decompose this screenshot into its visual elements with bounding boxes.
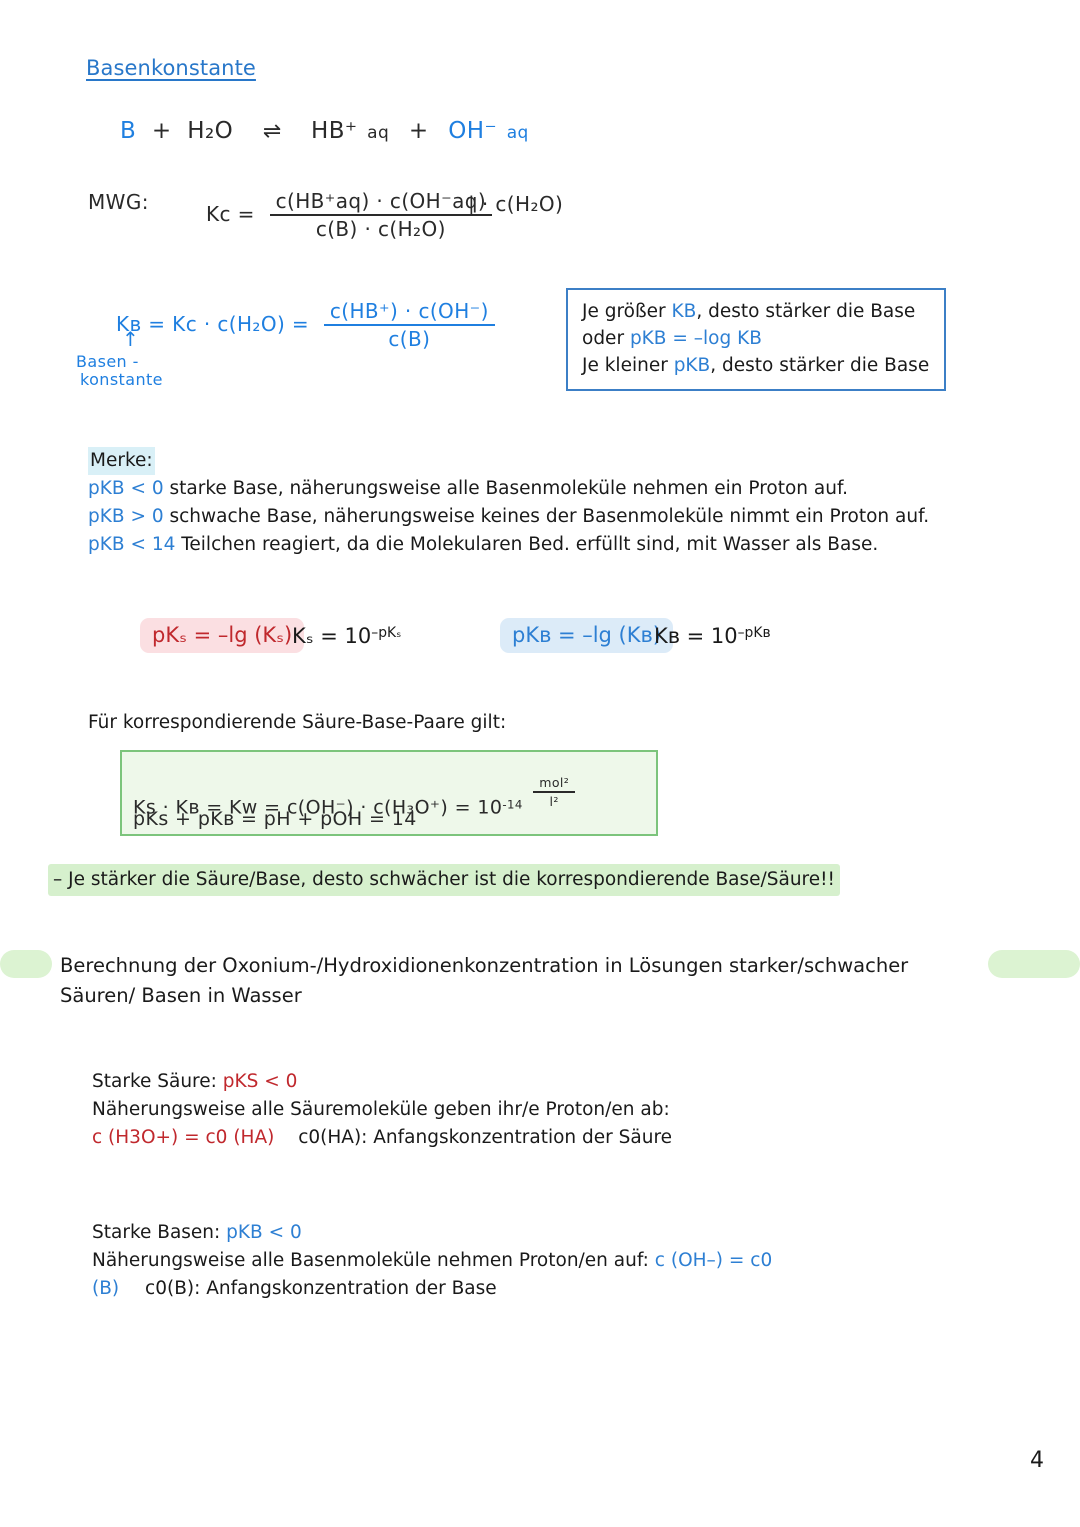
green-stub-right xyxy=(988,950,1080,978)
reaction-plus-2: + xyxy=(408,118,429,144)
kc-numerator: c(HB⁺aq) · c(OH⁻aq) xyxy=(269,190,493,216)
merke-line: pKB > 0 schwache Base, näherungsweise ke… xyxy=(88,503,948,531)
starke-saeure-line-2: Näherungsweise alle Säuremoleküle geben … xyxy=(92,1098,670,1120)
kc-denominator: c(B) · c(H₂O) xyxy=(315,217,446,241)
mwg-label: MWG: xyxy=(88,190,149,214)
starke-saeure-block: Starke Säure: pKS < 0 Näherungsweise all… xyxy=(92,1068,952,1151)
equilibrium-arrow-icon: ⇌ xyxy=(262,119,282,144)
merke-title: Merke: xyxy=(88,447,155,476)
page-title: Basenkonstante xyxy=(86,56,256,80)
info-line2-prefix: oder xyxy=(582,327,630,349)
reaction-hydroxide-state: aq xyxy=(506,123,529,143)
kc-fraction: c(HB⁺aq) · c(OH⁻aq) c(B) · c(H₂O) xyxy=(269,190,493,241)
merke-line: pKB < 14 Teilchen reagiert, da die Molek… xyxy=(88,531,948,559)
pkb-definition-pill: pKʙ = –lg (Kʙ) xyxy=(500,618,673,653)
starke-basen-block: Starke Basen: pKB < 0 Näherungsweise all… xyxy=(92,1219,972,1302)
pkb-definition: pKʙ = –lg (Kʙ) xyxy=(512,623,661,647)
kw-unit-numerator: mol² xyxy=(533,775,576,794)
pks-pkb-sum-line: pKs + pKʙ = pH + pOH = 14 xyxy=(133,808,417,830)
merke-accent: pKB < 0 xyxy=(88,478,164,500)
berechnung-heading: Berechnung der Oxonium-/Hydroxidionenkon… xyxy=(60,951,960,1011)
kb-power-formula: Kʙ = 10–pKʙ xyxy=(654,624,770,648)
ks-power-base: Kₛ = 10 xyxy=(292,624,372,648)
notes-page: Basenkonstante B + H₂O ⇌ HB⁺ aq + OH⁻ aq… xyxy=(0,0,1080,1527)
merke-text: schwache Base, näherungsweise keines der… xyxy=(163,506,930,528)
info-box-line-3: Je kleiner pKB, desto stärker die Base xyxy=(582,353,930,380)
info-line1-accent: KB xyxy=(671,301,697,322)
kb-annotation-line-1: Basen - xyxy=(76,352,139,371)
kw-unit-fraction: mol² l² xyxy=(533,775,576,810)
kb-power-exponent: –pKʙ xyxy=(737,625,771,642)
kb-annotation-arrow-icon: ↑ xyxy=(122,327,140,351)
starke-saeure-line-1: Starke Säure: pKS < 0 xyxy=(92,1068,952,1096)
mwg-operation: | · c(H₂O) xyxy=(468,192,564,216)
berechnung-line-1: Berechnung der Oxonium-/Hydroxidionenkon… xyxy=(60,954,909,977)
kw-exponent: -14 xyxy=(502,797,523,812)
info-box-line-2: oder pKB = –log KB xyxy=(582,326,930,353)
kb-numerator: c(HB⁺) · c(OH⁻) xyxy=(323,300,495,326)
kb-equation: Kʙ = Kc · c(H₂O) = c(HB⁺) · c(OH⁻) c(B) xyxy=(116,300,495,351)
ks-power-exponent: –pKₛ xyxy=(371,625,402,642)
starke-saeure-label: Starke Säure: xyxy=(92,1071,223,1092)
merke-text: starke Base, näherungsweise alle Basenmo… xyxy=(163,478,849,500)
merke-accent: pKB > 0 xyxy=(88,506,164,528)
pks-definition-pill: pKₛ = –lg (Kₛ) xyxy=(140,618,305,653)
starke-basen-subject: (B) xyxy=(92,1277,120,1299)
starke-basen-note: c0(B): Anfangskonzentration der Base xyxy=(145,1277,497,1299)
merke-block: Merke: pKB < 0 starke Base, näherungswei… xyxy=(88,447,948,559)
reaction-base: B xyxy=(120,118,137,144)
kb-power-base: Kʙ = 10 xyxy=(654,624,738,648)
info-line3-suffix: , desto stärker die Base xyxy=(710,354,930,376)
reaction-plus-1: + xyxy=(151,118,172,144)
merke-line: pKB < 0 starke Base, näherungsweise alle… xyxy=(88,475,948,503)
ks-power-formula: Kₛ = 10–pKₛ xyxy=(292,624,401,648)
starke-basen-text: Näherungsweise alle Basenmoleküle nehmen… xyxy=(92,1249,655,1271)
info-line2-accent: pKB = –log KB xyxy=(629,327,762,349)
starke-basen-accent: pKB < 0 xyxy=(226,1222,302,1243)
starke-basen-equation: c (OH–) = c0 xyxy=(654,1249,773,1271)
kb-lhs: Kʙ = Kc · c(H₂O) = xyxy=(116,312,310,336)
kc-lhs: Kc = xyxy=(206,202,255,226)
starke-basen-line-1: Starke Basen: pKB < 0 xyxy=(92,1219,972,1247)
reaction-water: H₂O xyxy=(187,118,234,144)
merke-text: Teilchen reagiert, da die Molekularen Be… xyxy=(175,534,879,556)
merke-accent: pKB < 14 xyxy=(88,534,176,556)
merke-title-row: Merke: xyxy=(88,447,948,476)
reaction-hydroxide: OH⁻ xyxy=(448,118,498,144)
reaction-equation: B + H₂O ⇌ HB⁺ aq + OH⁻ aq xyxy=(120,118,529,144)
reaction-acid-state: aq xyxy=(367,123,390,143)
kc-equation: Kc = c(HB⁺aq) · c(OH⁻aq) c(B) · c(H₂O) xyxy=(206,190,493,241)
starke-basen-line-2: Näherungsweise alle Basenmoleküle nehmen… xyxy=(92,1247,972,1275)
starke-saeure-line-3: c (H3O+) = c0 (HA) c0(HA): Anfangskonzen… xyxy=(92,1124,952,1152)
starke-saeure-accent: pKS < 0 xyxy=(222,1071,298,1092)
info-box-line-1: Je größer KB, desto stärker die Base xyxy=(582,299,930,326)
info-line1-suffix: , desto stärker die Base xyxy=(696,301,916,322)
kw-unit-denominator: l² xyxy=(549,794,559,810)
starke-saeure-note: c0(HA): Anfangskonzentration der Säure xyxy=(298,1126,673,1148)
green-stub-left xyxy=(0,950,52,978)
reaction-conjugate-acid: HB⁺ xyxy=(311,118,358,144)
starke-basen-label: Starke Basen: xyxy=(92,1222,227,1243)
kb-annotation-line-2: konstante xyxy=(80,370,163,389)
starke-saeure-equation: c (H3O+) = c0 (HA) xyxy=(92,1126,275,1148)
info-line3-prefix: Je kleiner xyxy=(582,354,674,376)
green-note: – Je stärker die Säure/Base, desto schwä… xyxy=(48,864,840,896)
page-number: 4 xyxy=(1030,1448,1044,1473)
kb-denominator: c(B) xyxy=(388,327,431,351)
berechnung-line-2: Säuren/ Basen in Wasser xyxy=(60,984,302,1008)
starke-basen-line-3: (B) c0(B): Anfangskonzentration der Base xyxy=(92,1275,972,1303)
info-line1-prefix: Je größer xyxy=(582,301,672,322)
pks-definition: pKₛ = –lg (Kₛ) xyxy=(152,623,293,647)
korrespondierende-intro: Für korrespondierende Säure-Base-Paare g… xyxy=(88,712,507,733)
kb-fraction: c(HB⁺) · c(OH⁻) c(B) xyxy=(323,300,495,351)
info-line3-accent: pKB xyxy=(673,354,711,376)
info-box-kb: Je größer KB, desto stärker die Base ode… xyxy=(566,288,946,392)
